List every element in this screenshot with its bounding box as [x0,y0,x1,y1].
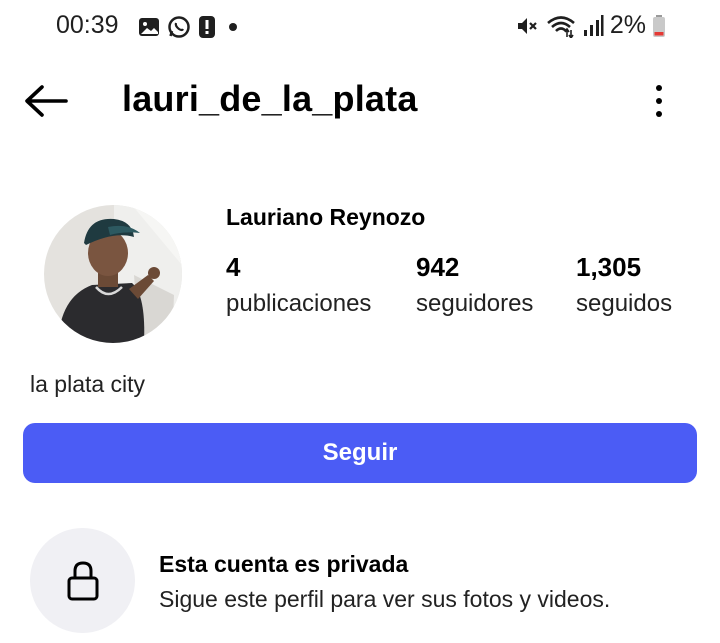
following-count[interactable]: 1,305 [576,252,641,283]
lock-icon [67,560,98,600]
battery-percent: 2% [609,11,646,39]
alert-icon [199,16,215,38]
private-account-subtitle: Sigue este perfil para ver sus fotos y v… [159,586,611,612]
more-vert-icon [656,85,662,91]
followers-label[interactable]: seguidores [416,290,533,318]
avatar-photo [44,205,182,343]
posts-count[interactable]: 4 [226,252,240,283]
avatar[interactable] [44,205,182,343]
profile-username: lauri_de_la_plata [122,78,418,119]
whatsapp-icon [168,16,190,38]
back-arrow-icon [25,85,68,117]
more-options-button[interactable] [644,82,674,120]
private-lock-badge [30,528,135,633]
wifi-icon [547,15,575,38]
follow-button[interactable]: Seguir [23,423,697,483]
following-label[interactable]: seguidos [576,290,672,318]
private-account-title: Esta cuenta es privada [159,551,409,577]
status-notification-icons [138,14,243,40]
status-time: 00:39 [56,11,119,39]
battery-icon [653,14,665,37]
mute-icon [517,17,537,34]
image-icon [139,18,159,36]
back-button[interactable] [22,82,70,120]
status-system-icons: 2% [516,11,666,40]
signal-icon [583,14,604,36]
profile-bio: la plata city [30,371,146,397]
followers-count[interactable]: 942 [416,252,459,283]
posts-label[interactable]: publicaciones [226,290,371,318]
profile-full-name: Lauriano Reynozo [226,204,426,230]
dot-icon [229,23,237,31]
